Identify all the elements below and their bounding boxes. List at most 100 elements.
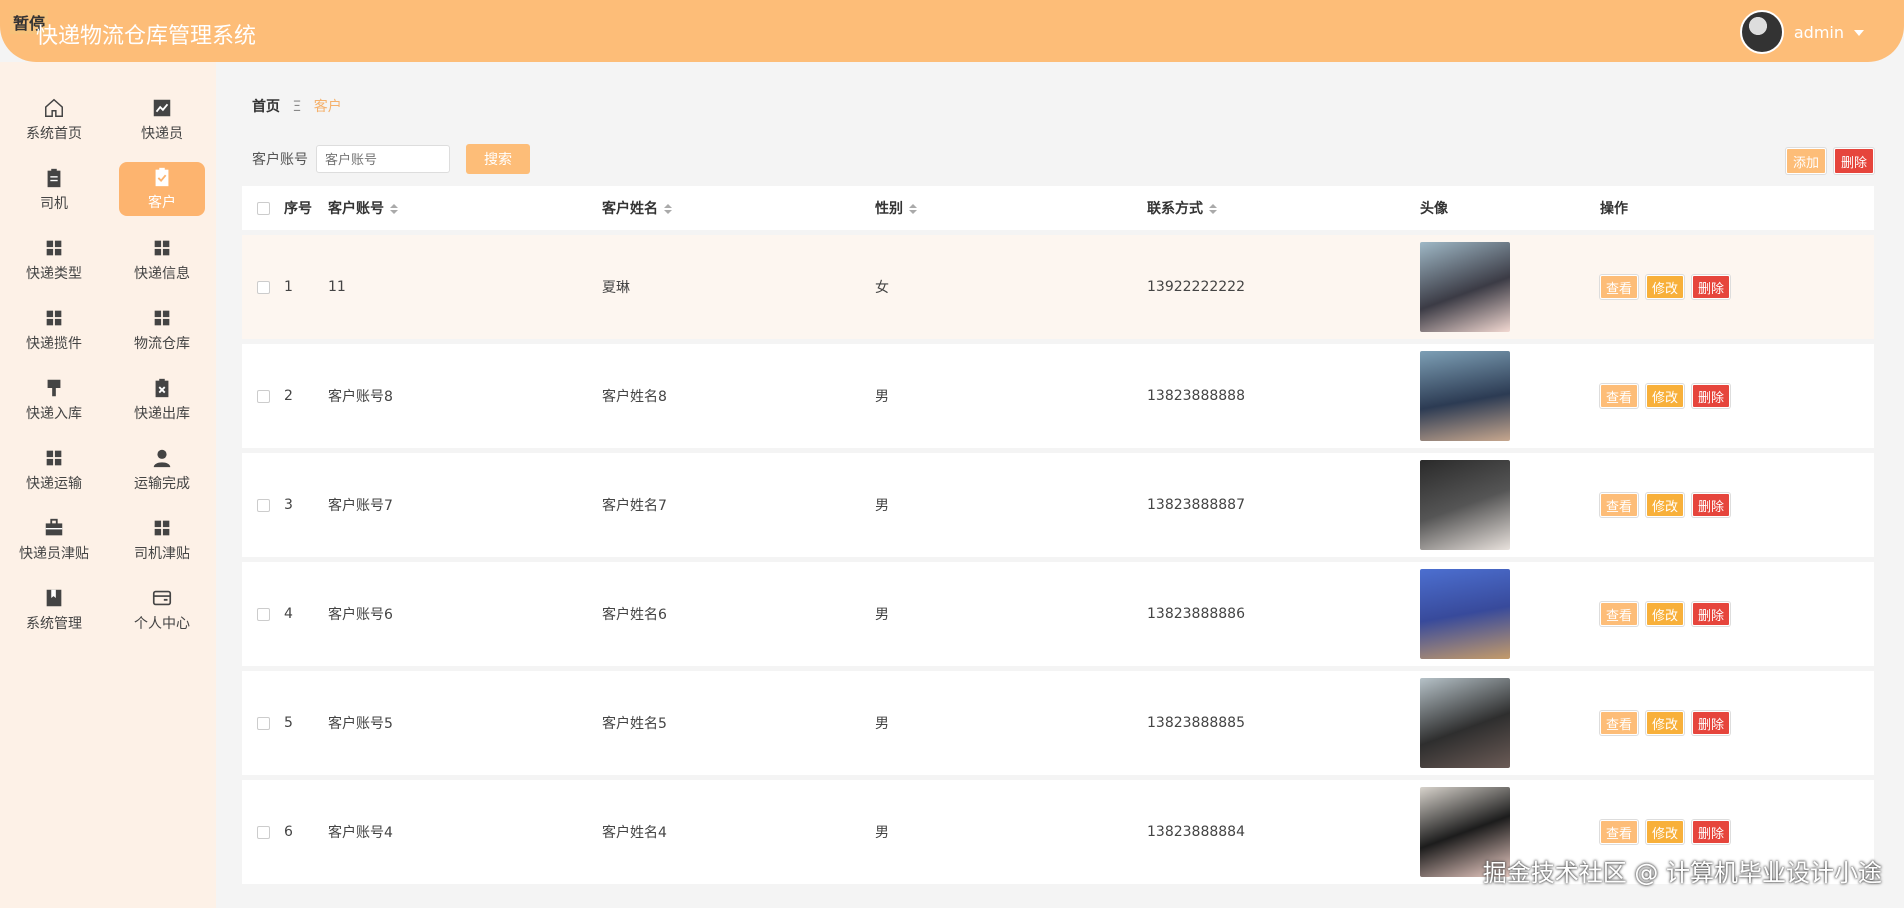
sidebar-item-8[interactable]: 快递入库 [0,372,108,428]
batch-delete-button[interactable]: 删除 [1833,148,1874,174]
table-row[interactable]: 4 客户账号6 客户姓名6 男 13823888886 查看 修改 删除 [242,562,1874,666]
delete-button[interactable]: 删除 [1692,711,1731,735]
breadcrumb-current: 客户 [313,99,342,115]
row-checkbox[interactable] [256,280,270,294]
sort-icon[interactable] [390,204,398,214]
sort-icon[interactable] [909,204,917,214]
delete-button[interactable]: 删除 [1692,602,1731,626]
select-all-checkbox[interactable] [256,201,270,215]
sidebar-menu: 系统首页 快递员司机 客户 快递类型 快递信息 快递揽件 物流仓库快递入库 快递出库快递运输 运… [0,92,216,638]
cell-index: 6 [284,824,293,840]
cell-index: 5 [284,715,293,731]
sidebar-item-14[interactable]: 系统管理 [0,582,108,638]
sidebar-item-9[interactable]: 快递出库 [108,372,216,428]
user-menu[interactable]: admin [1739,10,1864,54]
sidebar-item-15[interactable]: 个人中心 [108,582,216,638]
table-row[interactable]: 5 客户账号5 客户姓名5 男 13823888885 查看 修改 删除 [242,671,1874,775]
cell-index: 3 [284,497,293,513]
sidebar-item-7[interactable]: 物流仓库 [108,302,216,358]
sidebar-item-0[interactable]: 系统首页 [0,92,108,148]
avatar-image[interactable] [1420,460,1510,550]
row-checkbox[interactable] [256,389,270,403]
chart-icon [151,97,173,119]
sidebar-item-label: 快递入库 [26,406,82,422]
sidebar-item-5[interactable]: 快递信息 [108,232,216,288]
sidebar: 系统首页 快递员司机 客户 快递类型 快递信息 快递揽件 物流仓库快递入库 快递出库快递运输 运… [0,62,216,908]
sidebar-item-10[interactable]: 快递运输 [0,442,108,498]
avatar-image[interactable] [1420,678,1510,768]
sort-icon[interactable] [664,204,672,214]
row-checkbox[interactable] [256,716,270,730]
row-checkbox[interactable] [256,498,270,512]
sidebar-item-1[interactable]: 快递员 [108,92,216,148]
header-ops: 操作 [1600,201,1628,217]
sidebar-item-label: 物流仓库 [134,336,190,352]
table-actions: 添加 删除 [1785,148,1874,174]
edit-button[interactable]: 修改 [1646,275,1685,299]
app-title: 快递物流仓库管理系统 [36,24,257,49]
add-button[interactable]: 添加 [1785,148,1826,174]
main-content: 首页 Ξ 客户 客户账号 搜索 添加 删除 序号 客户账号 客户姓名 性别 联系… [216,62,1904,908]
user-icon [151,447,173,469]
edit-button[interactable]: 修改 [1646,602,1685,626]
view-button[interactable]: 查看 [1600,820,1639,844]
sidebar-item-13[interactable]: 司机津贴 [108,512,216,568]
table-row[interactable]: 2 客户账号8 客户姓名8 男 13823888888 查看 修改 删除 [242,344,1874,448]
sort-icon[interactable] [1209,204,1217,214]
search-button[interactable]: 搜索 [466,144,530,174]
clipboard-icon [43,167,65,189]
cell-gender: 男 [875,607,889,623]
account-search-input[interactable] [316,145,450,173]
sidebar-item-3[interactable]: 客户 [119,162,205,216]
cell-gender: 女 [875,280,889,296]
edit-button[interactable]: 修改 [1646,493,1685,517]
table-body: 1 11 夏琳女 13922222222 查看 修改 删除 2 客户账号8 客户姓名8 男 13823… [242,235,1874,884]
view-button[interactable]: 查看 [1600,384,1639,408]
delete-clipboard-icon [151,377,173,399]
header-gender[interactable]: 性别 [875,198,1147,218]
view-button[interactable]: 查看 [1600,602,1639,626]
cell-name: 夏琳 [602,280,630,296]
cell-index: 4 [284,606,293,622]
sidebar-item-12[interactable]: 快递员津贴 [0,512,108,568]
table-row[interactable]: 3 客户账号7 客户姓名7 男 13823888887 查看 修改 删除 [242,453,1874,557]
cell-name: 客户姓名4 [602,825,667,841]
view-button[interactable]: 查看 [1600,275,1639,299]
sidebar-item-label: 快递运输 [26,476,82,492]
avatar-image[interactable] [1420,569,1510,659]
delete-button[interactable]: 删除 [1692,384,1731,408]
header-account[interactable]: 客户账号 [328,198,602,218]
edit-button[interactable]: 修改 [1646,384,1685,408]
cell-phone: 13823888885 [1147,715,1245,731]
breadcrumb-home[interactable]: 首页 [252,99,280,115]
sidebar-item-11[interactable]: 运输完成 [108,442,216,498]
top-bar: 暂停 快递物流仓库管理系统 admin [0,0,1904,62]
cell-account: 11 [328,279,346,295]
header-phone[interactable]: 联系方式 [1147,198,1420,218]
table-row[interactable]: 1 11 夏琳女 13922222222 查看 修改 删除 [242,235,1874,339]
sidebar-item-6[interactable]: 快递揽件 [0,302,108,358]
edit-button[interactable]: 修改 [1646,820,1685,844]
header-name[interactable]: 客户姓名 [602,198,875,218]
sidebar-item-2[interactable]: 司机 [0,162,108,218]
chevron-down-icon[interactable] [1854,30,1864,36]
view-button[interactable]: 查看 [1600,493,1639,517]
view-button[interactable]: 查看 [1600,711,1639,735]
sidebar-item-label: 系统首页 [26,126,82,142]
delete-button[interactable]: 删除 [1692,820,1731,844]
cell-account: 客户账号8 [328,389,393,405]
cell-phone: 13823888887 [1147,497,1245,513]
sidebar-item-label: 司机 [40,196,68,212]
username[interactable]: admin [1794,23,1844,42]
sidebar-item-label: 快递员津贴 [19,546,89,562]
avatar-image[interactable] [1420,242,1510,332]
avatar[interactable] [1739,10,1784,54]
row-checkbox[interactable] [256,607,270,621]
avatar-image[interactable] [1420,351,1510,441]
row-checkbox[interactable] [256,825,270,839]
clipboard-check-icon [151,166,173,188]
edit-button[interactable]: 修改 [1646,711,1685,735]
delete-button[interactable]: 删除 [1692,275,1731,299]
delete-button[interactable]: 删除 [1692,493,1731,517]
sidebar-item-4[interactable]: 快递类型 [0,232,108,288]
